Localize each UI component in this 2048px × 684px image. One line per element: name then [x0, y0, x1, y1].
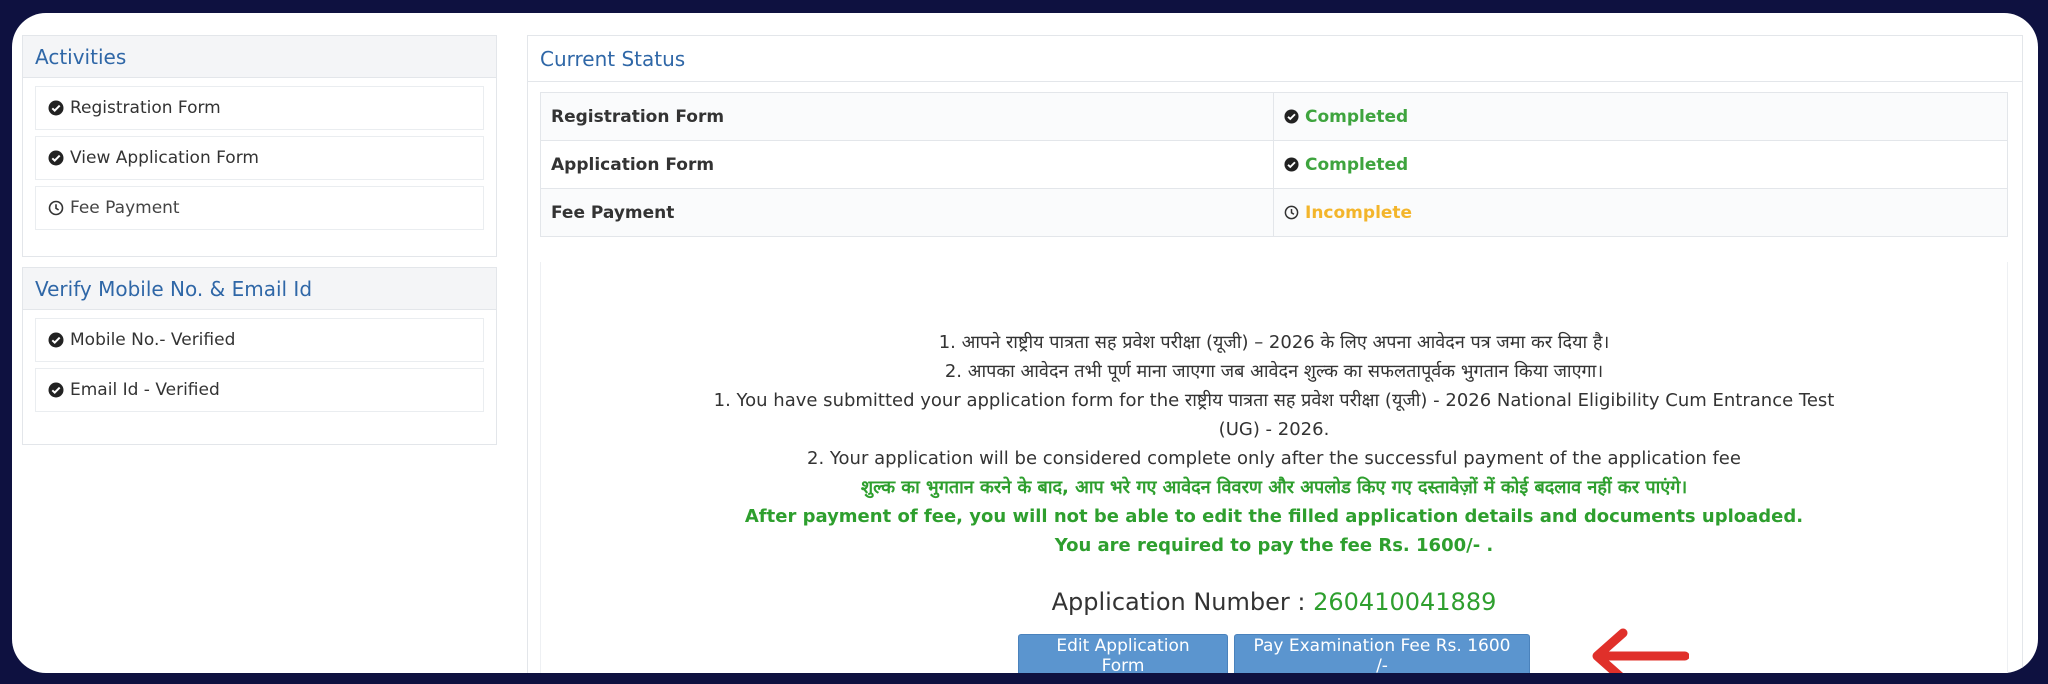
- activity-view-application-form[interactable]: View Application Form: [35, 136, 484, 180]
- table-row: Application Form Completed: [540, 140, 2008, 189]
- status-row-label: Application Form: [540, 140, 1274, 189]
- status-text: Completed: [1305, 106, 1409, 127]
- application-number: Application Number : 260410041889: [541, 588, 2007, 616]
- check-circle-icon: [48, 150, 64, 166]
- action-buttons: Edit Application Form Pay Examination Fe…: [541, 628, 2007, 673]
- verify-email: Email Id - Verified: [35, 368, 484, 412]
- verify-title: Verify Mobile No. & Email Id: [23, 268, 496, 310]
- check-circle-icon: [1284, 157, 1299, 172]
- notice-hindi-line-2: 2. आपका आवेदन तभी पूर्ण माना जाएगा जब आव…: [944, 361, 1604, 382]
- activities-panel: Activities Registration Form View Applic…: [22, 35, 497, 257]
- verify-label: Mobile No.- Verified: [70, 330, 236, 350]
- status-row-label: Registration Form: [540, 92, 1274, 141]
- current-status-panel: Current Status Registration Form Complet…: [527, 35, 2023, 673]
- check-circle-icon: [48, 382, 64, 398]
- activity-label: View Application Form: [70, 148, 259, 168]
- notice-english-warning: After payment of fee, you will not be ab…: [744, 506, 1804, 527]
- status-badge: Completed: [1284, 155, 2007, 175]
- notice-hindi-line-1: 1. आपने राष्ट्रीय पात्रता सह प्रवेश परीक…: [938, 332, 1610, 353]
- notice-hindi-warning: शुल्क का भुगतान करने के बाद, आप भरे गए आ…: [860, 477, 1688, 498]
- verify-label: Email Id - Verified: [70, 380, 220, 400]
- status-badge: Incomplete: [1284, 203, 2007, 223]
- status-table: Registration Form Completed Application …: [540, 92, 2008, 237]
- verify-panel: Verify Mobile No. & Email Id Mobile No.-…: [22, 267, 497, 445]
- activity-label: Registration Form: [70, 98, 221, 118]
- table-row: Registration Form Completed: [540, 92, 2008, 141]
- check-circle-icon: [48, 332, 64, 348]
- activity-registration-form[interactable]: Registration Form: [35, 86, 484, 130]
- notice-english-line-1: 1. You have submitted your application f…: [713, 390, 1835, 440]
- check-circle-icon: [48, 100, 64, 116]
- pay-fee-button[interactable]: Pay Examination Fee Rs. 1600 /-: [1234, 634, 1530, 673]
- clock-icon: [48, 200, 64, 216]
- edit-application-button[interactable]: Edit Application Form: [1018, 634, 1228, 673]
- table-row: Fee Payment Incomplete: [540, 188, 2008, 237]
- left-sidebar: Activities Registration Form View Applic…: [22, 35, 497, 455]
- verify-mobile: Mobile No.- Verified: [35, 318, 484, 362]
- status-badge: Completed: [1284, 107, 2007, 127]
- status-text: Incomplete: [1305, 202, 1413, 223]
- status-row-label: Fee Payment: [540, 188, 1274, 237]
- activity-label: Fee Payment: [70, 198, 180, 218]
- application-number-label: Application Number :: [1051, 588, 1306, 616]
- payment-notice: 1. आपने राष्ट्रीय पात्रता सह प्रवेश परीक…: [540, 262, 2008, 673]
- notice-english-line-2: 2. Your application will be considered c…: [807, 448, 1741, 469]
- current-status-title: Current Status: [528, 36, 2022, 82]
- status-text: Completed: [1305, 154, 1409, 175]
- activity-fee-payment[interactable]: Fee Payment: [35, 186, 484, 230]
- application-number-value: 260410041889: [1313, 588, 1497, 616]
- check-circle-icon: [1284, 109, 1299, 124]
- activities-title: Activities: [23, 36, 496, 78]
- red-arrow-icon: [1592, 628, 1689, 673]
- clock-icon: [1284, 205, 1299, 220]
- notice-fee-line: You are required to pay the fee Rs. 1600…: [1054, 535, 1494, 556]
- status-cell: Completed: [1273, 92, 2008, 141]
- status-cell: Completed: [1273, 140, 2008, 189]
- status-cell: Incomplete: [1273, 188, 2008, 237]
- browser-viewport: Activities Registration Form View Applic…: [12, 13, 2038, 673]
